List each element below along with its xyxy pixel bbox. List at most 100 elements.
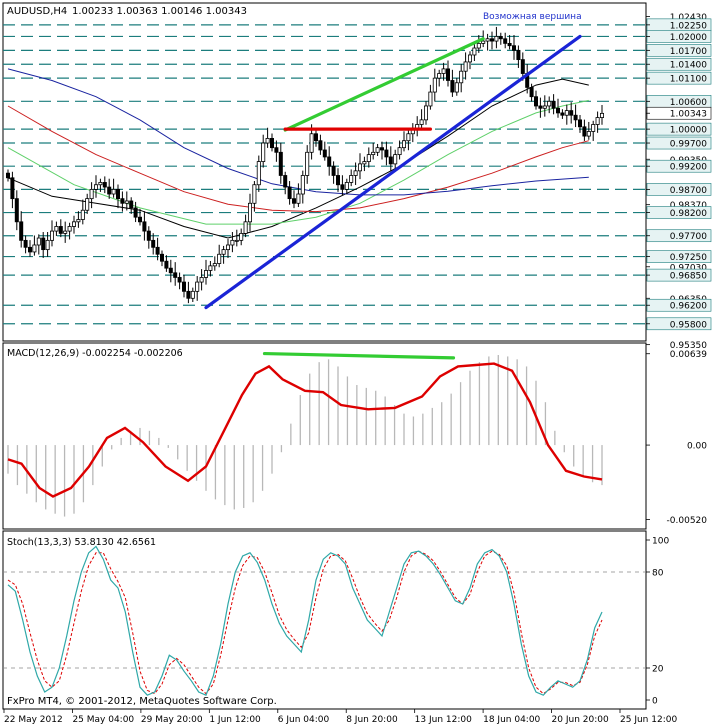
candle-body-33 [151,239,156,248]
candle-body-56 [252,184,257,204]
candle-body-24 [111,188,116,195]
candle-body-21 [98,182,103,186]
candle-body-40 [181,281,186,292]
price-tick-label-1: 1.02250 [670,21,707,31]
candle-body-125 [556,107,561,114]
candle-body-62 [278,151,283,176]
candle-body-31 [142,221,147,232]
macd-label: MACD(12,26,9) -0.002254 -0.002206 [7,348,183,359]
candle-body-59 [265,137,270,144]
candle-body-120 [534,96,539,107]
candle-body-133 [591,124,596,132]
price-tick-label-18: 0.96850 [670,272,707,282]
candle-body-104 [463,61,468,72]
candle-body-70 [313,133,318,142]
candle-body-100 [445,68,450,81]
candle-body-89 [397,147,402,156]
price-tick-label-5: 1.01100 [670,75,707,85]
time-tick-label-8: 20 Jun 20:00 [552,715,609,725]
candle-body-95 [423,105,428,121]
candle-body-135 [600,112,605,118]
candle-body-48 [217,253,222,264]
chart-canvas: 1.024301.022501.020001.017001.014001.011… [0,0,712,725]
candle-body-84 [375,147,380,153]
candle-body-103 [459,70,464,84]
candle-body-20 [94,184,99,190]
time-tick-label-2: 29 May 20:00 [141,715,203,725]
candle-body-87 [388,156,393,165]
candle-body-71 [318,140,323,151]
candle-body-110 [489,38,494,42]
candle-body-80 [357,163,362,172]
candle-body-105 [467,54,472,63]
candle-body-38 [173,272,178,278]
candle-body-107 [476,42,481,49]
candle-body-81 [362,161,367,165]
candle-body-99 [441,68,446,74]
candle-body-0 [6,172,11,179]
candle-body-7 [36,237,41,246]
price-tick-label-12: 0.98700 [670,186,707,196]
candle-body-68 [305,151,310,176]
time-tick-label-6: 13 Jun 12:00 [415,715,472,725]
candle-body-76 [340,184,345,190]
price-tick-label-15: 0.97700 [670,232,707,242]
price-tick-label-21: 0.95800 [670,320,707,330]
candle-body-67 [300,175,305,195]
time-tick-label-9: 25 Jun 12:00 [620,715,677,725]
candle-body-42 [190,290,195,299]
price-tick-label-14: 0.98200 [670,209,707,219]
candle-body-129 [573,114,578,121]
candle-body-72 [322,149,327,158]
price-tick-label-2: 1.02000 [670,33,707,43]
candle-body-79 [353,170,358,176]
candle-body-12 [58,226,63,234]
candle-body-9 [45,239,50,251]
ohlc-label: 1.00233 1.00363 1.00146 1.00343 [72,6,247,17]
candle-body-26 [120,198,125,204]
candle-body-55 [247,202,252,223]
candle-body-109 [485,38,490,42]
candle-body-15 [72,221,77,227]
candle-body-75 [335,175,340,186]
candle-body-32 [146,230,151,241]
stoch-tick-label-0: 100 [652,537,669,547]
candle-body-113 [503,38,508,44]
candle-body-94 [419,119,424,125]
candle-body-127 [564,110,569,116]
candle-body-37 [168,267,173,274]
candle-body-74 [331,165,336,176]
candle-body-58 [261,142,266,162]
candle-body-1 [10,177,15,200]
candle-body-23 [107,186,112,195]
candle-body-122 [542,105,547,109]
candle-body-52 [234,239,239,242]
candle-body-43 [195,281,200,292]
candle-body-66 [296,193,301,204]
candle-body-101 [450,80,455,93]
stoch-label: Stoch(13,3,3) 53.8130 42.6561 [7,537,156,548]
candle-body-123 [547,100,552,107]
candle-body-51 [230,239,235,246]
candle-body-91 [406,133,411,142]
candle-body-126 [560,112,565,116]
candle-body-13 [63,230,68,234]
candle-body-30 [137,216,142,223]
price-tick-label-7: 1.00343 [670,110,707,120]
candle-body-60 [269,137,274,149]
candle-body-8 [41,237,46,251]
candle-body-22 [102,182,107,188]
candle-body-98 [437,73,442,79]
candle-body-19 [89,188,94,200]
candle-body-90 [401,140,406,149]
candle-body-112 [498,36,503,40]
price-tick-label-4: 1.01400 [670,61,707,71]
background [0,0,712,725]
candle-body-57 [256,161,261,186]
stoch-tick-label-1: 80 [652,569,664,579]
stoch-tick-label-3: 0 [652,697,658,707]
candle-body-64 [287,186,292,200]
candle-body-134 [595,117,600,125]
possible-top-annotation: Возможная вершина [483,12,582,22]
price-tick-label-11: 0.99200 [670,163,707,173]
